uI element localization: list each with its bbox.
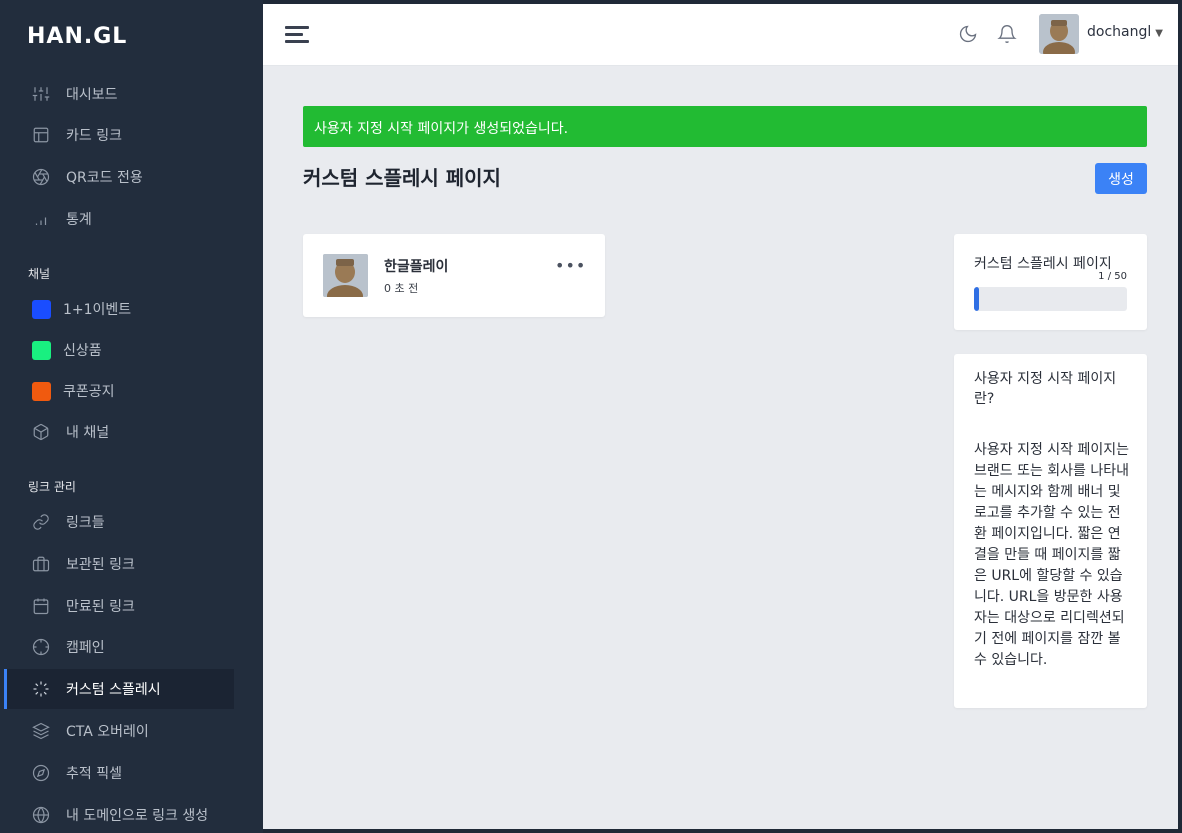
sidebar-item-channel-event[interactable]: 1+1이벤트 [4, 289, 234, 329]
calendar-icon [32, 597, 50, 615]
link-icon [32, 513, 50, 531]
sidebar-item-label: 통계 [66, 212, 92, 228]
usage-card: 커스텀 스플레시 페이지 1 / 50 [954, 234, 1147, 330]
splash-item-card[interactable]: 한글플레이 0 초 전 ••• [303, 234, 605, 317]
splash-timestamp: 0 초 전 [384, 282, 419, 295]
globe-icon [32, 806, 50, 824]
sidebar-item-my-channel[interactable]: 내 채널 [4, 412, 234, 452]
box-icon [32, 423, 50, 441]
window-frame-right [1178, 0, 1182, 833]
sidebar-item-label: 카드 링크 [66, 128, 122, 144]
more-options-icon[interactable]: ••• [555, 256, 586, 275]
section-label-links: 링크 관리 [28, 480, 76, 494]
channel-color-swatch [32, 340, 51, 360]
channel-color-swatch [32, 381, 51, 401]
sidebar-item-label: 신상품 [63, 343, 102, 359]
window-frame-top [263, 0, 1182, 4]
sidebar-item-label: 내 도메인으로 링크 생성 [66, 808, 209, 824]
sidebar-item-campaign[interactable]: 캠페인 [4, 627, 234, 667]
sidebar-item-custom-splash[interactable]: 커스텀 스플레시 [4, 669, 234, 709]
menu-icon[interactable] [285, 26, 309, 44]
sidebar-item-label: QR코드 전용 [66, 170, 143, 186]
sidebar: HAN.GL 대시보드 카드 링크 QR코드 전용 통계 채널 1+1이벤트 신… [0, 0, 263, 833]
layers-icon [32, 722, 50, 740]
window-frame-bottom [263, 829, 1182, 833]
username-label: dochangl [1087, 24, 1152, 40]
sidebar-item-label: 추적 픽셀 [66, 766, 122, 782]
info-card: 사용자 지정 시작 페이지란? 사용자 지정 시작 페이지는 브랜드 또는 회사… [954, 354, 1147, 708]
usage-title: 커스텀 스플레시 페이지 [974, 256, 1112, 272]
usage-count: 1 / 50 [1098, 271, 1127, 282]
success-alert: 사용자 지정 시작 페이지가 생성되었습니다. [303, 106, 1147, 147]
sidebar-item-label: 캠페인 [66, 640, 105, 656]
compass-icon [32, 764, 50, 782]
section-label-channels: 채널 [28, 267, 51, 281]
sidebar-item-dashboard[interactable]: 대시보드 [4, 74, 234, 114]
info-title: 사용자 지정 시작 페이지란? [974, 371, 1117, 407]
usage-progress-fill [974, 287, 979, 311]
sidebar-item-label: 내 채널 [66, 425, 110, 441]
user-menu[interactable]: dochangl ▼ [1087, 24, 1163, 40]
sidebar-item-archived[interactable]: 보관된 링크 [4, 544, 234, 584]
sidebar-item-label: 링크들 [66, 515, 105, 531]
usage-progress-bar [974, 287, 1127, 311]
brand-logo[interactable]: HAN.GL [27, 24, 127, 49]
sidebar-item-label: 커스텀 스플레시 [66, 682, 161, 698]
briefcase-icon [32, 555, 50, 573]
sidebar-item-label: 1+1이벤트 [63, 302, 132, 318]
channel-color-swatch [32, 299, 51, 319]
sidebar-item-custom-domain[interactable]: 내 도메인으로 링크 생성 [4, 795, 234, 833]
topbar: dochangl ▼ [263, 4, 1178, 66]
main-content: dochangl ▼ 사용자 지정 시작 페이지가 생성되었습니다. 커스텀 스플… [263, 4, 1178, 829]
bar-chart-icon [32, 210, 50, 228]
moon-icon[interactable] [958, 24, 980, 46]
layout-icon [32, 126, 50, 144]
page-title: 커스텀 스플레시 페이지 [303, 166, 501, 190]
sidebar-item-expired[interactable]: 만료된 링크 [4, 586, 234, 626]
aperture-icon [32, 168, 50, 186]
sidebar-item-card-link[interactable]: 카드 링크 [4, 115, 234, 155]
sidebar-item-qr[interactable]: QR코드 전용 [4, 157, 234, 197]
sidebar-item-links[interactable]: 링크들 [4, 502, 234, 542]
avatar[interactable] [1039, 14, 1079, 54]
chevron-down-icon: ▼ [1155, 28, 1163, 39]
crosshair-icon [32, 638, 50, 656]
sidebar-item-label: 대시보드 [66, 87, 118, 103]
loader-icon [32, 680, 50, 698]
sidebar-item-label: 보관된 링크 [66, 557, 135, 573]
sidebar-item-label: 쿠폰공지 [63, 384, 115, 400]
sidebar-item-cta-overlay[interactable]: CTA 오버레이 [4, 711, 234, 751]
sidebar-item-label: CTA 오버레이 [66, 724, 149, 740]
info-body: 사용자 지정 시작 페이지는 브랜드 또는 회사를 나타내는 메시지와 함께 배… [974, 442, 1130, 668]
bell-icon[interactable] [997, 24, 1019, 46]
sidebar-item-tracking-pixel[interactable]: 추적 픽셀 [4, 753, 234, 793]
sidebar-item-channel-new[interactable]: 신상품 [4, 330, 234, 370]
splash-name[interactable]: 한글플레이 [384, 256, 448, 276]
sidebar-item-channel-coupon[interactable]: 쿠폰공지 [4, 371, 234, 411]
sidebar-item-stats[interactable]: 통계 [4, 199, 234, 239]
splash-thumbnail [323, 254, 368, 297]
sidebar-item-label: 만료된 링크 [66, 599, 135, 615]
sliders-icon [32, 85, 50, 103]
create-button[interactable]: 생성 [1095, 163, 1147, 194]
